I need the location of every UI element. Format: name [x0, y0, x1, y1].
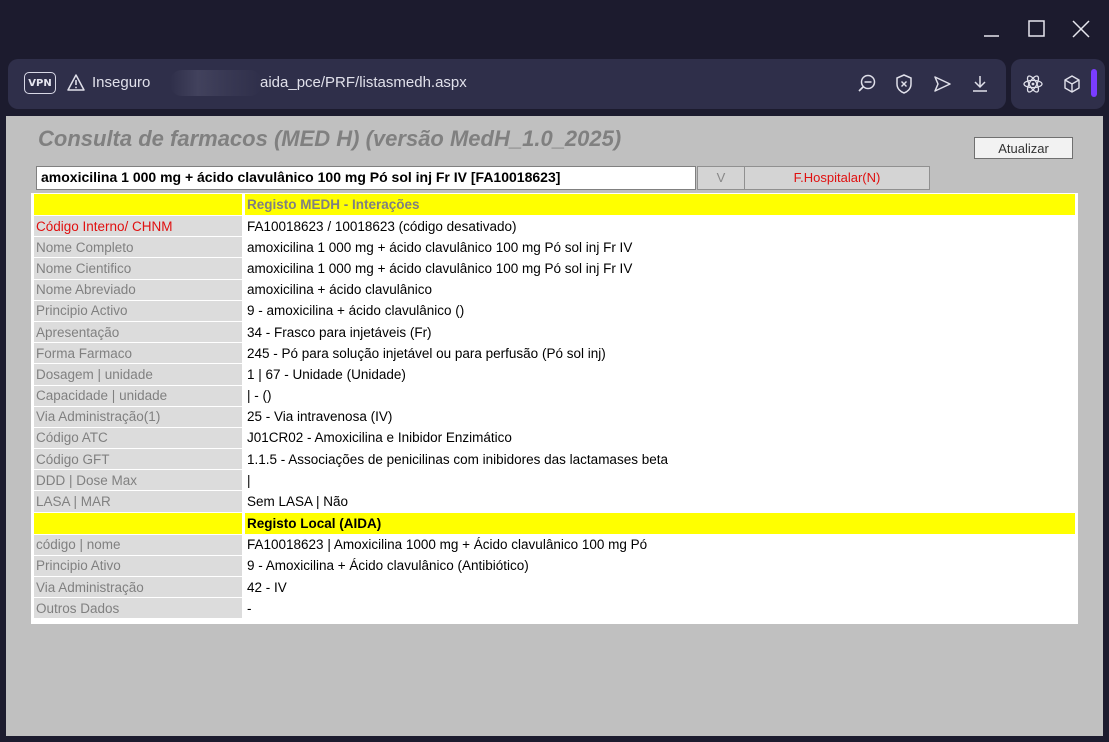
row-label: Nome Abreviado — [34, 279, 242, 300]
window-titlebar — [0, 0, 1109, 58]
row-label: Outros Dados — [34, 598, 242, 619]
row-label: DDD | Dose Max — [34, 470, 242, 491]
row-value: 1.1.5 - Associações de penicilinas com i… — [247, 451, 668, 467]
hospital-formulary-button[interactable]: F.Hospitalar(N) — [744, 166, 930, 190]
header-spacer — [34, 512, 242, 534]
row-value: FA10018623 | Amoxicilina 1000 mg + Ácido… — [247, 537, 648, 553]
row-value: 25 - Via intravenosa (IV) — [247, 409, 393, 425]
table-row: Dosagem | unidade 1 | 67 - Unidade (Unida… — [34, 364, 1075, 385]
table-row: Código GFT 1.1.5 - Associações de penicil… — [34, 449, 1075, 470]
table-row: LASA | MAR Sem LASA | Não — [34, 491, 1075, 512]
row-value: 1 | 67 - Unidade (Unidade) — [247, 366, 406, 382]
row-value: J01CR02 - Amoxicilina e Inibidor Enzimát… — [247, 430, 512, 446]
cube-icon[interactable] — [1061, 73, 1083, 95]
zoom-out-icon[interactable] — [856, 73, 878, 95]
page-title: Consulta de farmacos (MED H) (versão Med… — [38, 126, 622, 151]
row-value: amoxicilina 1 000 mg + ácido clavulânico… — [247, 260, 633, 276]
row-label: Forma Farmaco — [34, 343, 242, 364]
maximize-icon[interactable] — [1020, 14, 1052, 44]
close-icon[interactable] — [1065, 14, 1097, 44]
table-row: Via Administração(1) 25 - Via intravenosa… — [34, 406, 1075, 427]
download-icon[interactable] — [969, 73, 991, 95]
row-label: LASA | MAR — [34, 491, 242, 512]
v-button[interactable]: V — [697, 166, 745, 190]
row-label: Principio Ativo — [34, 555, 242, 576]
medh-section-header: Registo MEDH - Interações — [245, 194, 1075, 215]
row-label: Via Administração(1) — [34, 406, 242, 427]
row-label: Via Administração — [34, 577, 242, 598]
row-label: Apresentação — [34, 321, 242, 343]
minimize-icon[interactable] — [975, 14, 1007, 44]
row-value: 42 - IV — [247, 579, 287, 595]
row-label: Código Interno/ CHNM — [34, 216, 242, 237]
page-viewport: Consulta de farmacos (MED H) (versão Med… — [6, 116, 1103, 736]
row-value: 34 - Frasco para injetáveis (Fr) — [247, 324, 432, 340]
address-bar[interactable]: VPN Inseguro aida_pce/PRF/listasmedh.asp… — [8, 59, 1006, 109]
atom-icon[interactable] — [1022, 73, 1044, 95]
url-text[interactable]: aida_pce/PRF/listasmedh.aspx — [260, 74, 467, 91]
row-value: 9 - amoxicilina + ácido clavulânico () — [247, 303, 465, 319]
redacted-host — [170, 70, 262, 96]
send-icon[interactable] — [931, 73, 953, 95]
table-row: Nome Cientifico amoxicilina 1 000 mg + ác… — [34, 258, 1075, 279]
row-value: Sem LASA | Não — [247, 494, 349, 510]
row-value: amoxicilina + ácido clavulânico — [247, 282, 432, 298]
row-value: FA10018623 / 10018623 (código desativado… — [247, 218, 517, 234]
drug-details-sheet: Registo MEDH - Interações Código Interno… — [31, 193, 1078, 624]
local-section-header: Registo Local (AIDA) — [245, 512, 1075, 534]
drug-search-input[interactable]: amoxicilina 1 000 mg + ácido clavulânico… — [36, 166, 696, 190]
table-row: Nome Abreviado amoxicilina + ácido clavul… — [34, 279, 1075, 300]
table-row: Principio Ativo 9 - Amoxicilina + Ácido c… — [34, 555, 1075, 576]
sidebar-accent[interactable] — [1091, 69, 1097, 97]
row-value: | - () — [247, 388, 272, 404]
insecure-label[interactable]: Inseguro — [92, 74, 150, 91]
row-label: Código GFT — [34, 449, 242, 470]
table-row: Principio Activo 9 - amoxicilina + ácido … — [34, 300, 1075, 321]
table-row: Apresentação 34 - Frasco para injetáveis … — [34, 321, 1075, 343]
row-label: Capacidade | unidade — [34, 385, 242, 406]
vpn-badge[interactable]: VPN — [24, 72, 56, 94]
row-value: | — [247, 472, 251, 488]
warning-icon[interactable] — [66, 72, 86, 94]
row-label: Principio Activo — [34, 300, 242, 321]
table-row: Outros Dados - — [34, 598, 1075, 619]
local-header-row: Registo Local (AIDA) — [34, 512, 1075, 534]
table-row: Via Administração 42 - IV — [34, 577, 1075, 598]
row-label: código | nome — [34, 534, 242, 555]
row-value: amoxicilina 1 000 mg + ácido clavulânico… — [247, 239, 633, 255]
drug-details-table: Registo MEDH - Interações Código Interno… — [31, 193, 1078, 619]
shield-icon[interactable] — [893, 73, 915, 95]
table-row: código | nome FA10018623 | Amoxicilina 10… — [34, 534, 1075, 555]
row-label: Dosagem | unidade — [34, 364, 242, 385]
row-value: 9 - Amoxicilina + Ácido clavulânico (Ant… — [247, 558, 529, 574]
table-row: Nome Completo amoxicilina 1 000 mg + ácid… — [34, 237, 1075, 258]
table-row: Forma Farmaco 245 - Pó para solução injet… — [34, 343, 1075, 364]
table-row: Código ATC J01CR02 - Amoxicilina e Inibid… — [34, 427, 1075, 449]
header-spacer — [34, 194, 242, 215]
row-value: - — [247, 600, 252, 616]
row-label: Código ATC — [34, 427, 242, 449]
table-row: Código Interno/ CHNM FA10018623 / 1001862… — [34, 216, 1075, 237]
extensions-bar — [1011, 59, 1105, 109]
row-label: Nome Completo — [34, 237, 242, 258]
table-row: Capacidade | unidade | - () — [34, 385, 1075, 406]
row-value: 245 - Pó para solução injetável ou para … — [247, 345, 606, 361]
table-row: DDD | Dose Max | — [34, 470, 1075, 491]
medh-header-row: Registo MEDH - Interações — [34, 194, 1075, 215]
refresh-button[interactable]: Atualizar — [974, 137, 1073, 159]
row-label: Nome Cientifico — [34, 258, 242, 279]
